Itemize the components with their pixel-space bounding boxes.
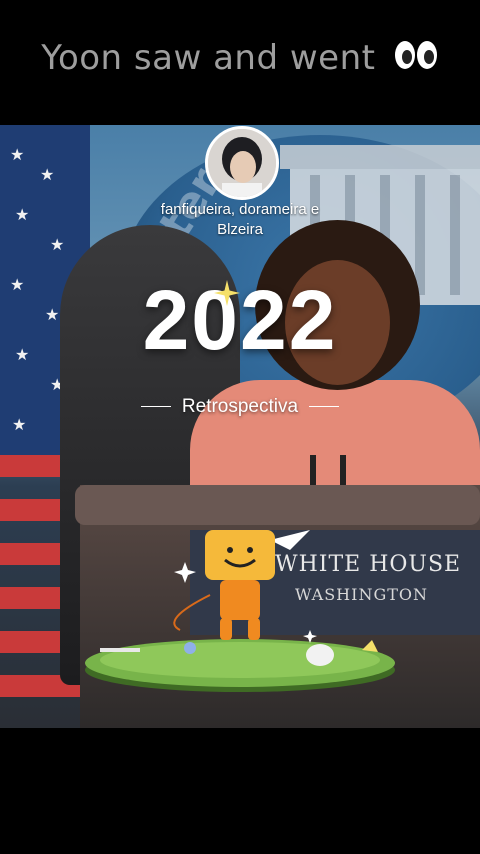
- profile-name: fanfiqueira, dorameira e Blzeira: [0, 200, 480, 240]
- retrospective-label-text: Retrospectiva: [181, 396, 299, 417]
- mascot-island-sticker[interactable]: [80, 520, 400, 704]
- divider-line: [140, 406, 171, 408]
- caption-text: Yoon saw and went: [41, 38, 376, 78]
- profile-name-text: fanfiqueira, dorameira e Blzeira: [160, 201, 320, 238]
- podium-top: [75, 485, 480, 525]
- retrospective-year: 2022: [142, 273, 338, 367]
- flower-icon: [184, 642, 196, 654]
- paper-plane-icon: [270, 530, 310, 550]
- sparkle-icon: [214, 280, 240, 310]
- profile-avatar[interactable]: [205, 126, 279, 200]
- eyes-emoji-icon: [393, 39, 439, 80]
- retrospective-label: Retrospectiva: [0, 396, 480, 418]
- mascot-head: [205, 530, 275, 580]
- bird-icon: [306, 644, 334, 666]
- mascot-body: [220, 580, 260, 620]
- divider-line: [309, 406, 340, 408]
- video-caption: Yoon saw and went: [0, 38, 480, 80]
